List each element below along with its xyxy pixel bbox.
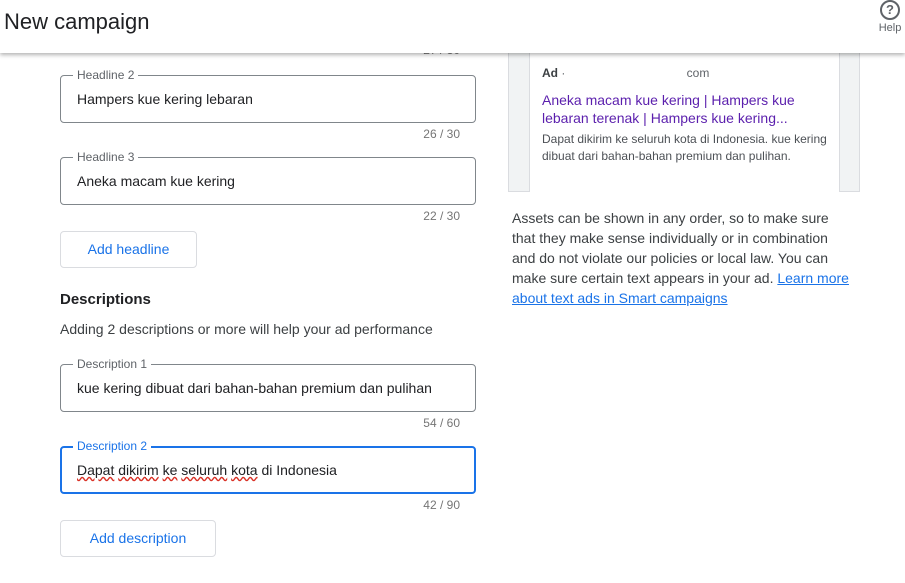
description-2-field[interactable]: Description 2 Dapat dikirim ke seluruh k… [60,439,476,494]
ad-description: Dapat dikirim ke seluruh kota di Indones… [542,132,827,163]
field-value: Dapat dikirim ke seluruh kota di Indones… [77,462,337,478]
description-1-counter: 54 / 60 [423,416,460,430]
field-value: Hampers kue kering lebaran [77,91,253,107]
descriptions-hint: Adding 2 descriptions or more will help … [60,321,433,337]
help-button[interactable]: ? Help [875,0,905,34]
assets-info: Assets can be shown in any order, so to … [512,208,852,308]
page-title: New campaign [4,9,150,34]
help-label: Help [878,22,902,34]
headline-3-counter: 22 / 30 [423,209,460,223]
ad-preview-card: Ad · com Aneka macam kue kering | Hamper… [529,40,840,192]
misspelled-word: dikirim [118,462,159,478]
misspelled-word: seluruh [181,462,228,478]
app-header: New campaign ? Help [0,0,905,53]
misspelled-word: Dapat [77,462,115,478]
ad-title: Aneka macam kue kering | Hampers kue leb… [542,92,795,126]
field-label: Headline 3 [73,150,139,164]
descriptions-heading: Descriptions [60,291,151,308]
field-value: Aneka macam kue kering [77,173,235,189]
field-label: Description 1 [73,357,152,371]
field-label: Description 2 [73,439,152,453]
description-2-counter: 42 / 90 [423,498,460,512]
separator: · [558,66,569,80]
ad-url-line: Ad · com [542,66,709,80]
ad-badge: Ad [542,66,558,80]
headline-2-counter: 26 / 30 [423,127,460,141]
field-value: kue kering dibuat dari bahan-bahan premi… [77,380,432,396]
headline-2-field[interactable]: Headline 2 Hampers kue kering lebaran [60,68,476,123]
headline-3-field[interactable]: Headline 3 Aneka macam kue kering [60,150,476,205]
description-1-field[interactable]: Description 1 kue kering dibuat dari bah… [60,357,476,412]
misspelled-word: kota [231,462,258,478]
help-circle-icon: ? [880,0,900,20]
text: di Indonesia [257,462,337,478]
add-headline-button[interactable]: Add headline [60,231,197,268]
ad-domain: com [686,66,710,80]
add-description-button[interactable]: Add description [60,520,216,557]
field-label: Headline 2 [73,68,139,82]
misspelled-word: ke [162,462,178,478]
